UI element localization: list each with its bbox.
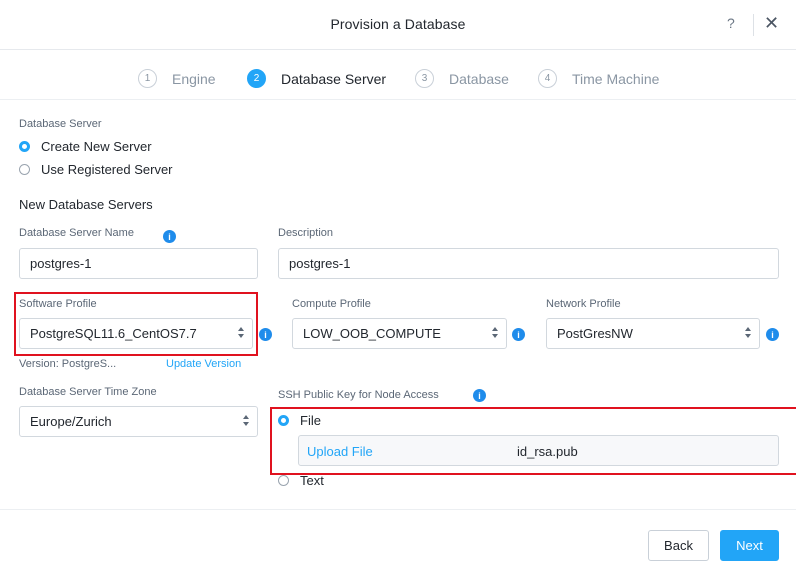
select-arrows-icon	[745, 327, 751, 338]
compute-profile-value: LOW_OOB_COMPUTE	[303, 326, 441, 341]
step-number: 4	[538, 69, 557, 88]
step-time-machine[interactable]: 4 Time Machine	[538, 69, 659, 88]
compute-profile-label: Compute Profile	[292, 298, 371, 310]
step-label: Database Server	[281, 70, 387, 87]
network-profile-label: Network Profile	[546, 298, 621, 310]
radio-button[interactable]	[19, 141, 30, 152]
back-button[interactable]: Back	[648, 530, 709, 561]
compute-profile-select[interactable]: LOW_OOB_COMPUTE	[292, 318, 507, 349]
time-zone-select[interactable]: Europe/Zurich	[19, 406, 258, 437]
description-label: Description	[278, 227, 334, 239]
database-server-label: Database Server	[19, 118, 102, 130]
radio-button[interactable]	[278, 475, 289, 486]
step-number: 2	[247, 69, 266, 88]
network-profile-select[interactable]: PostGresNW	[546, 318, 760, 349]
info-icon[interactable]: i	[512, 328, 525, 341]
ssh-file-highlight	[270, 407, 796, 475]
step-engine[interactable]: 1 Engine	[138, 69, 216, 88]
step-number: 3	[415, 69, 434, 88]
step-label: Database	[449, 70, 509, 87]
select-arrows-icon	[492, 327, 498, 338]
ssh-key-label: SSH Public Key for Node Access	[278, 389, 439, 401]
help-icon[interactable]: ?	[727, 15, 735, 31]
description-input[interactable]: postgres-1	[278, 248, 779, 279]
radio-button[interactable]	[19, 164, 30, 175]
header-divider	[753, 14, 754, 36]
network-profile-value: PostGresNW	[557, 326, 633, 341]
next-button[interactable]: Next	[720, 530, 779, 561]
close-icon[interactable]: ✕	[764, 12, 779, 34]
info-icon[interactable]: i	[766, 328, 779, 341]
section-title: New Database Servers	[19, 197, 153, 212]
radio-use-registered-server[interactable]: Use Registered Server	[19, 162, 173, 177]
step-database-server[interactable]: 2 Database Server	[247, 69, 386, 88]
info-icon[interactable]: i	[259, 328, 272, 341]
server-name-label: Database Server Name	[19, 227, 134, 239]
info-icon[interactable]: i	[473, 389, 486, 402]
radio-create-new-server[interactable]: Create New Server	[19, 139, 152, 154]
step-label: Time Machine	[572, 70, 660, 87]
server-name-input[interactable]: postgres-1	[19, 248, 258, 279]
time-zone-label: Database Server Time Zone	[19, 386, 157, 398]
software-profile-highlight	[14, 292, 258, 356]
footer-divider	[0, 509, 796, 510]
time-zone-value: Europe/Zurich	[30, 414, 112, 429]
dialog-header: Provision a Database ? ✕	[0, 0, 796, 50]
wizard-stepper: 1 Engine 2 Database Server 3 Database 4 …	[0, 50, 796, 100]
radio-ssh-text[interactable]: Text	[278, 473, 324, 488]
select-arrows-icon	[243, 415, 249, 426]
step-database[interactable]: 3 Database	[415, 69, 509, 88]
radio-label: Create New Server	[41, 139, 152, 154]
step-number: 1	[138, 69, 157, 88]
info-icon[interactable]: i	[163, 230, 176, 243]
step-label: Engine	[172, 70, 216, 87]
dialog-title: Provision a Database	[330, 16, 466, 32]
radio-label: Text	[300, 473, 324, 488]
radio-label: Use Registered Server	[41, 162, 173, 177]
update-version-link[interactable]: Update Version	[166, 358, 241, 370]
version-text: Version: PostgreS...	[19, 358, 117, 370]
